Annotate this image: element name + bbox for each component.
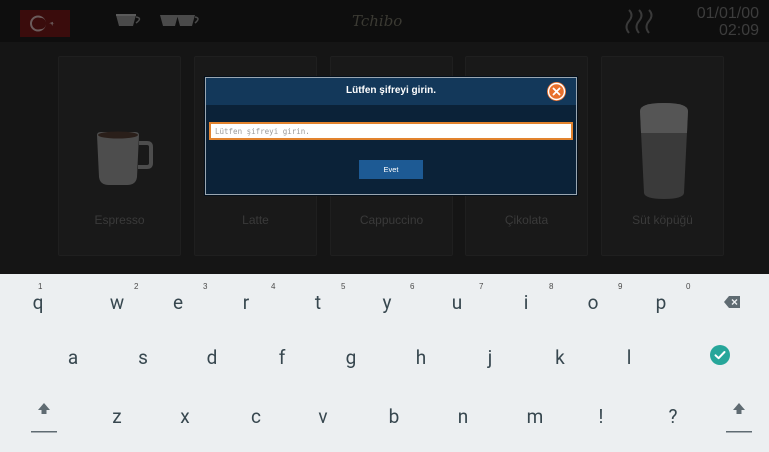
double-cup-icon[interactable]: [159, 12, 203, 35]
key-label: m: [526, 405, 544, 428]
backspace-key[interactable]: [702, 274, 762, 326]
key-label: a: [67, 346, 79, 369]
key-p[interactable]: 0 p: [631, 274, 691, 326]
key-label: l: [626, 346, 632, 369]
key-d[interactable]: d: [182, 334, 242, 386]
key-label: c: [251, 405, 261, 428]
key-i[interactable]: 8 i: [496, 274, 556, 326]
date-text: 01/01/00: [696, 5, 759, 22]
product-label: Süt köpüğü: [632, 213, 693, 227]
shift-icon: [726, 403, 752, 433]
key-y[interactable]: 6 y: [357, 274, 417, 326]
key-label: n: [457, 405, 469, 428]
key-o[interactable]: 9 o: [563, 274, 623, 326]
product-label: Cappuccino: [359, 213, 424, 227]
key-hint: 0: [686, 282, 691, 291]
key-label: r: [242, 291, 250, 314]
key-label: f: [278, 346, 286, 369]
steam-icon: [622, 9, 658, 40]
key-hint: 7: [479, 282, 484, 291]
product-label: Latte: [242, 213, 269, 227]
time-text: 02:09: [718, 22, 759, 39]
key-label: o: [587, 291, 599, 314]
key-l[interactable]: l: [599, 334, 659, 386]
key-t[interactable]: 5 t: [288, 274, 348, 326]
key-e[interactable]: 3 e: [148, 274, 208, 326]
key-label: !: [598, 405, 604, 428]
submit-button[interactable]: Evet: [359, 160, 423, 179]
espresso-cup-icon: [97, 131, 153, 185]
product-tile-milk-foam[interactable]: Süt köpüğü: [601, 56, 724, 256]
key-label: k: [555, 346, 565, 369]
key-label: g: [345, 346, 357, 369]
key-w[interactable]: 2 w: [87, 274, 147, 326]
backspace-icon: [724, 296, 740, 308]
key-s[interactable]: s: [113, 334, 173, 386]
key-label: u: [451, 291, 463, 314]
dialog-title: Lütfen şifreyi girin.: [345, 85, 436, 96]
key-exclamation[interactable]: !: [571, 392, 631, 444]
key-label: v: [318, 405, 328, 428]
key-label: t: [314, 291, 322, 314]
key-u[interactable]: 7 u: [427, 274, 487, 326]
key-q[interactable]: 1 q: [8, 274, 68, 326]
key-label: s: [138, 346, 148, 369]
brand-logo: Tchibo: [352, 12, 403, 30]
check-circle-icon: [710, 345, 730, 365]
key-label: i: [523, 291, 529, 314]
key-n[interactable]: n: [433, 392, 493, 444]
key-hint: 8: [549, 282, 554, 291]
key-x[interactable]: x: [155, 392, 215, 444]
key-label: b: [388, 405, 400, 428]
key-hint: 4: [271, 282, 276, 291]
key-hint: 9: [618, 282, 623, 291]
key-hint: 5: [341, 282, 346, 291]
password-dialog: Lütfen şifreyi girin. Evet: [205, 77, 577, 195]
key-hint: 1: [38, 282, 43, 291]
milk-foam-glass-icon: [640, 103, 688, 199]
key-v[interactable]: v: [293, 392, 353, 444]
close-icon[interactable]: [547, 82, 566, 101]
key-g[interactable]: g: [321, 334, 381, 386]
password-input[interactable]: [209, 122, 573, 140]
key-label: x: [180, 405, 190, 428]
single-cup-icon[interactable]: [114, 12, 146, 35]
shift-key-left[interactable]: [14, 392, 74, 444]
top-bar: Tchibo 01/01/00 02:09: [0, 0, 769, 42]
key-f[interactable]: f: [252, 334, 312, 386]
onscreen-keyboard: 1 q 2 w 3 e 4 r 5 t 6 y 7 u 8 i 9 o 0 p …: [0, 274, 769, 452]
key-hint: 6: [410, 282, 415, 291]
dialog-header: Lütfen şifreyi girin.: [206, 78, 576, 105]
key-label: ?: [668, 405, 678, 428]
key-a[interactable]: a: [43, 334, 103, 386]
key-b[interactable]: b: [364, 392, 424, 444]
key-label: d: [206, 346, 218, 369]
shift-key-right[interactable]: [709, 392, 769, 444]
key-r[interactable]: 4 r: [216, 274, 276, 326]
product-label: Espresso: [94, 213, 145, 227]
key-j[interactable]: j: [460, 334, 520, 386]
key-k[interactable]: k: [530, 334, 590, 386]
key-z[interactable]: z: [87, 392, 147, 444]
enter-key[interactable]: [690, 334, 750, 386]
key-label: y: [382, 291, 392, 314]
date-time: 01/01/00 02:09: [697, 5, 759, 39]
key-hint: 3: [203, 282, 208, 291]
key-label: z: [112, 405, 122, 428]
key-label: e: [172, 291, 184, 314]
key-label: h: [415, 346, 427, 369]
product-label: Çikolata: [504, 213, 549, 227]
key-question[interactable]: ?: [643, 392, 703, 444]
key-m[interactable]: m: [505, 392, 565, 444]
shift-icon: [31, 403, 57, 433]
key-c[interactable]: c: [226, 392, 286, 444]
turkish-flag-icon[interactable]: [20, 10, 70, 37]
key-h[interactable]: h: [391, 334, 451, 386]
product-tile-espresso[interactable]: Espresso: [58, 56, 181, 256]
key-label: q: [32, 291, 44, 314]
key-hint: 2: [134, 282, 139, 291]
key-label: p: [655, 291, 667, 314]
key-label: w: [109, 291, 125, 314]
key-label: j: [487, 346, 493, 369]
